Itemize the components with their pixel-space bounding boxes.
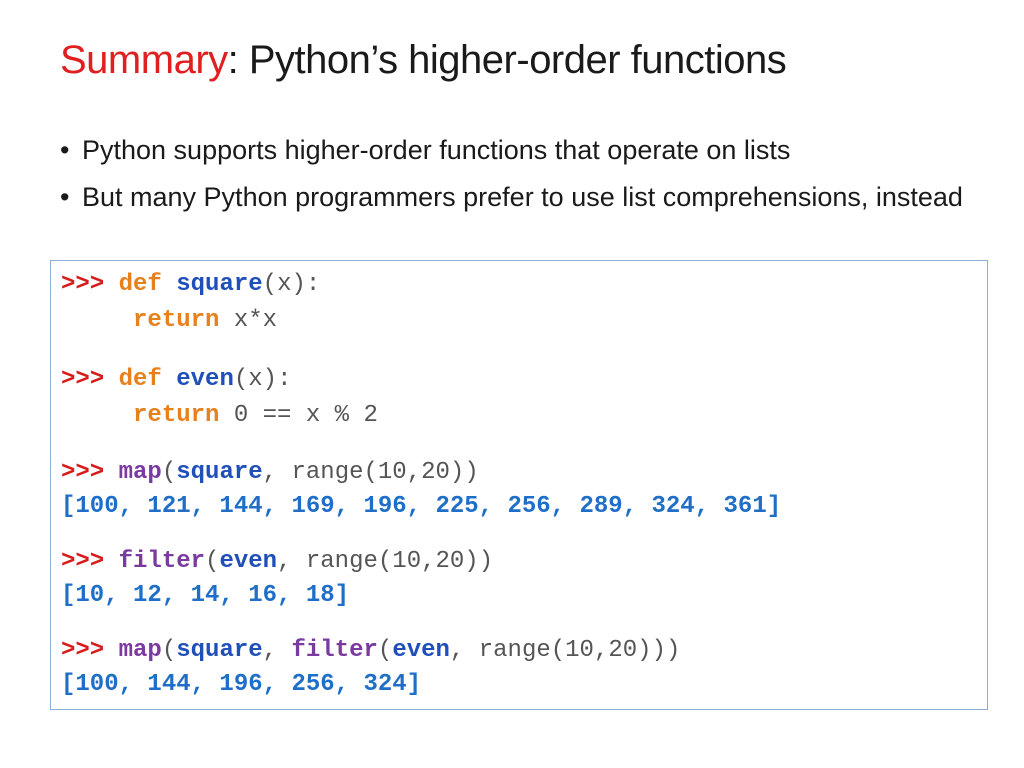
code-line-def-square: >>> def square(x): bbox=[61, 271, 320, 299]
function-name: square bbox=[176, 637, 263, 664]
comma: , bbox=[449, 637, 465, 664]
open-paren: ( bbox=[205, 548, 220, 575]
code-block: >>> def square(x): return x*x >>> def ev… bbox=[50, 260, 988, 710]
code-line-map: >>> map(square, range(10,20)) bbox=[61, 459, 479, 487]
open-paren: ( bbox=[161, 459, 177, 486]
repl-prompt: >>> bbox=[61, 271, 105, 298]
title-accent: Summary bbox=[60, 38, 228, 82]
def-keyword: def bbox=[118, 271, 162, 298]
function-name: even bbox=[392, 637, 450, 664]
bullet-item: • Python supports higher-order functions… bbox=[58, 132, 1008, 168]
return-expr: 0 == x % 2 bbox=[233, 402, 378, 429]
function-name: even bbox=[219, 548, 278, 575]
function-name: even bbox=[176, 366, 234, 393]
repl-prompt: >>> bbox=[61, 366, 105, 393]
builtin-map: map bbox=[118, 637, 162, 664]
code-line-return-square: return x*x bbox=[61, 307, 277, 335]
bullet-text: Python supports higher-order functions t… bbox=[82, 135, 791, 165]
return-keyword: return bbox=[133, 402, 220, 429]
bullet-glyph: • bbox=[60, 182, 70, 212]
bullet-text: But many Python programmers prefer to us… bbox=[82, 182, 963, 212]
comma: , bbox=[262, 459, 278, 486]
builtin-filter: filter bbox=[118, 548, 206, 575]
builtin-filter: filter bbox=[291, 637, 378, 664]
params: (x): bbox=[262, 271, 321, 298]
return-expr: x*x bbox=[233, 307, 278, 334]
bullet-list: • Python supports higher-order functions… bbox=[58, 132, 1008, 226]
code-line-map-filter: >>> map(square, filter(even, range(10,20… bbox=[61, 637, 680, 665]
function-name: square bbox=[176, 271, 263, 298]
open-paren: ( bbox=[161, 637, 177, 664]
range-call: range(10,20))) bbox=[478, 637, 681, 664]
range-call: range(10,20)) bbox=[305, 548, 494, 575]
comma: , bbox=[277, 548, 292, 575]
repl-prompt: >>> bbox=[61, 459, 105, 486]
code-line-return-even: return 0 == x % 2 bbox=[61, 402, 378, 430]
code-output-map: [100, 121, 144, 169, 196, 225, 256, 289,… bbox=[61, 493, 782, 520]
open-paren: ( bbox=[377, 637, 393, 664]
def-keyword: def bbox=[118, 366, 162, 393]
code-output-filter: [10, 12, 14, 16, 18] bbox=[61, 582, 350, 609]
title-rest: : Python’s higher-order functions bbox=[227, 38, 787, 82]
code-line-filter: >>> filter(even, range(10,20)) bbox=[61, 548, 493, 576]
comma: , bbox=[262, 637, 278, 664]
return-keyword: return bbox=[133, 307, 220, 334]
bullet-glyph: • bbox=[60, 135, 70, 165]
function-name: square bbox=[176, 459, 263, 486]
params: (x): bbox=[233, 366, 292, 393]
bullet-item: • But many Python programmers prefer to … bbox=[58, 179, 1008, 215]
slide-title: Summary: Python’s higher-order functions bbox=[60, 38, 787, 83]
builtin-map: map bbox=[118, 459, 162, 486]
range-call: range(10,20)) bbox=[291, 459, 479, 486]
repl-prompt: >>> bbox=[61, 548, 105, 575]
repl-prompt: >>> bbox=[61, 637, 105, 664]
code-line-def-even: >>> def even(x): bbox=[61, 366, 291, 394]
code-output-combined: [100, 144, 196, 256, 324] bbox=[61, 671, 422, 698]
